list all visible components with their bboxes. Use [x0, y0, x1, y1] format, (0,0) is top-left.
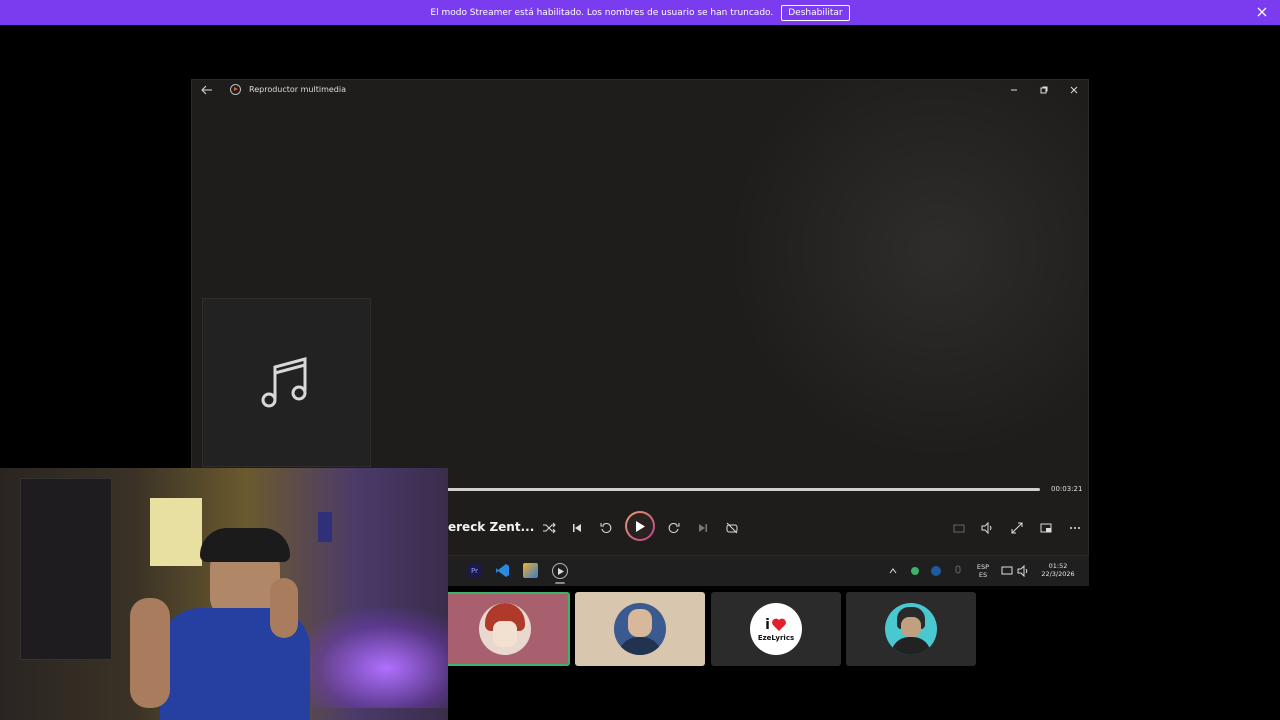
next-icon[interactable] [696, 521, 710, 535]
heart-icon [772, 618, 786, 631]
shuffle-icon[interactable] [542, 521, 556, 535]
more-options-icon[interactable] [1068, 521, 1082, 535]
play-icon [636, 520, 645, 532]
speaker-icon[interactable] [1017, 565, 1029, 577]
fullscreen-icon[interactable] [1010, 521, 1024, 535]
disable-streamer-mode-button[interactable]: Deshabilitar [781, 4, 850, 21]
ezelyrics-avatar: i EzeLyrics [750, 603, 802, 655]
captions-icon[interactable] [952, 521, 966, 535]
media-player-taskbar-icon[interactable] [552, 563, 568, 579]
network-icon[interactable] [1001, 565, 1013, 577]
participant-tile[interactable] [575, 592, 705, 666]
window-title: Reproductor multimedia [249, 85, 346, 94]
webcam-feed [0, 468, 448, 720]
microphone-icon[interactable] [953, 565, 963, 577]
man-avatar [614, 603, 666, 655]
anime-avatar [479, 603, 531, 655]
taskbar: Pr ESP ES 01:52 22/3/2026 [436, 556, 1089, 586]
restore-icon[interactable] [1038, 84, 1050, 96]
music-note-icon [261, 357, 307, 408]
mini-player-icon[interactable] [1039, 521, 1053, 535]
album-art [202, 298, 371, 467]
repeat-off-icon[interactable] [725, 521, 739, 535]
streamer-mode-banner: El modo Streamer está habilitado. Los no… [0, 0, 1280, 25]
participant-tile[interactable]: i EzeLyrics [711, 592, 841, 666]
close-window-icon[interactable] [1068, 84, 1080, 96]
chevron-up-icon[interactable] [888, 566, 898, 576]
minimize-icon[interactable] [1008, 84, 1020, 96]
rewind-10-icon[interactable] [599, 521, 613, 535]
clock[interactable]: 01:52 22/3/2026 [1035, 562, 1081, 578]
language-indicator[interactable]: ESP ES [974, 563, 992, 579]
participant-tile[interactable] [846, 592, 976, 666]
media-player-app-icon [230, 84, 241, 95]
steam-icon[interactable] [930, 565, 942, 577]
ezelyrics-label: EzeLyrics [757, 634, 795, 642]
previous-icon[interactable] [570, 521, 584, 535]
banner-message: El modo Streamer está habilitado. Los no… [430, 7, 774, 18]
participant-tile[interactable] [440, 592, 570, 666]
volume-icon[interactable] [980, 521, 994, 535]
title-bar: Reproductor multimedia [192, 80, 1088, 100]
premiere-pro-icon[interactable]: Pr [467, 563, 482, 578]
track-duration: 00:03:21 [1051, 485, 1083, 493]
play-button[interactable] [625, 511, 655, 541]
person-avatar [885, 603, 937, 655]
status-dot-icon[interactable] [911, 567, 919, 575]
forward-30-icon[interactable] [667, 521, 681, 535]
close-icon[interactable] [1256, 6, 1268, 18]
back-arrow-icon[interactable] [201, 85, 213, 95]
track-title[interactable]: ereck Zent... [448, 520, 534, 534]
vscode-icon[interactable] [495, 563, 510, 578]
app-icon-folder[interactable] [523, 563, 538, 578]
ezelyrics-i: i [765, 617, 770, 633]
progress-bar[interactable] [442, 488, 1040, 491]
